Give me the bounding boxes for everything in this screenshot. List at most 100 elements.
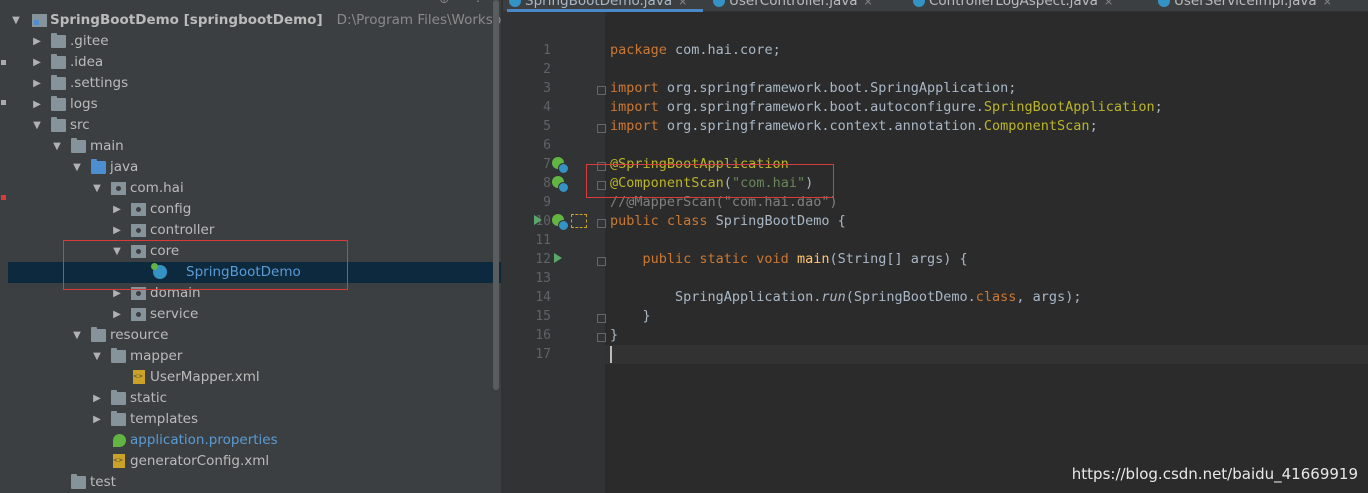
package-icon <box>131 203 146 216</box>
line-number: 7 <box>543 157 551 172</box>
tree-label: .gitee <box>70 33 109 49</box>
tree-row-src[interactable]: ▼ src <box>8 115 501 136</box>
keyword: class <box>975 289 1017 305</box>
code-editor[interactable]: 1 2 3 4 5 6 7 8 9 10 11 12 13 14 15 16 1… <box>503 12 1368 493</box>
collapse-arrow-icon[interactable]: ▶ <box>31 31 43 52</box>
expand-arrow-icon[interactable]: ▼ <box>91 178 103 199</box>
tree-row-test[interactable]: test <box>8 472 501 493</box>
package-icon <box>111 182 126 195</box>
hierarchy-icon[interactable] <box>571 214 587 228</box>
tab-usercontroller-java[interactable]: UserController.java × <box>713 0 873 11</box>
line-number: 2 <box>543 62 551 77</box>
tree-row-settings[interactable]: ▶ .settings <box>8 73 501 94</box>
keyword: package <box>610 42 667 58</box>
project-tool-window: ⊕ ÷ ▼ SpringBootDemo [springbootDemo] D:\… <box>8 0 501 493</box>
spring-bean-icon[interactable] <box>552 157 569 174</box>
collapse-arrow-icon[interactable]: ▶ <box>31 52 43 73</box>
error-marker <box>1 195 6 200</box>
spring-bean-icon[interactable] <box>552 176 569 193</box>
expand-arrow-icon[interactable]: ▼ <box>71 325 83 346</box>
collapse-arrow-icon[interactable]: ▶ <box>111 304 123 325</box>
tree-label: resource <box>110 327 169 343</box>
collapse-arrow-icon[interactable]: ▶ <box>91 388 103 409</box>
expand-arrow-icon[interactable]: ▼ <box>10 10 22 31</box>
line-number: 15 <box>535 309 551 324</box>
package-icon <box>131 224 146 237</box>
tab-label: UserServiceImpl.java <box>1174 0 1317 9</box>
tree-row-resource[interactable]: ▼ resource <box>8 325 501 346</box>
expand-arrow-icon[interactable]: ▼ <box>51 136 63 157</box>
tab-userserviceimpl-java[interactable]: UserServiceImpl.java × <box>1158 0 1332 11</box>
tree-label: java <box>110 159 139 175</box>
expand-arrow-icon[interactable]: ▼ <box>31 115 43 136</box>
tool-window-marker[interactable] <box>1 100 6 105</box>
code-text: org.springframework.boot.autoconfigure. <box>658 99 984 115</box>
line-number: 1 <box>543 43 551 58</box>
spring-bean-icon[interactable] <box>552 214 569 231</box>
collapse-arrow-icon[interactable]: ▶ <box>111 199 123 220</box>
line-number: 3 <box>543 81 551 96</box>
tree-row-mapper[interactable]: ▼ mapper <box>8 346 501 367</box>
project-path: D:\Program Files\Workspa <box>336 12 501 28</box>
expand-arrow-icon[interactable]: ▼ <box>71 157 83 178</box>
tree-row-project-root[interactable]: ▼ SpringBootDemo [springbootDemo] D:\Prog… <box>8 10 501 31</box>
collapse-arrow-icon[interactable]: ▶ <box>31 73 43 94</box>
collapse-arrow-icon[interactable]: ▶ <box>111 220 123 241</box>
tree-label: test <box>90 474 116 490</box>
watermark: https://blog.csdn.net/baidu_41669919 <box>1071 465 1358 483</box>
folder-icon <box>111 348 126 363</box>
line-number: 17 <box>535 347 551 362</box>
line-number: 14 <box>535 290 551 305</box>
xml-file-icon <box>113 454 125 468</box>
code-line-5: import org.springframework.context.annot… <box>610 117 1098 136</box>
close-icon[interactable]: × <box>678 0 687 8</box>
tree-row-generatorconfig-xml[interactable]: generatorConfig.xml <box>8 451 501 472</box>
tree-row-com-hai[interactable]: ▼ com.hai <box>8 178 501 199</box>
tree-row-idea[interactable]: ▶ .idea <box>8 52 501 73</box>
tree-row-config[interactable]: ▶ config <box>8 199 501 220</box>
code-text: SpringBootDemo { <box>707 213 846 229</box>
project-scrollbar[interactable] <box>493 0 499 390</box>
code-line-12: public static void main(String[] args) { <box>610 250 968 269</box>
tree-row-controller[interactable]: ▶ controller <box>8 220 501 241</box>
code-text: SpringApplication. <box>675 289 822 305</box>
tool-window-marker[interactable] <box>1 60 6 65</box>
code-area[interactable]: package com.hai.core; import org.springf… <box>605 12 1368 493</box>
close-icon[interactable]: × <box>864 0 873 8</box>
tree-row-java[interactable]: ▼ java <box>8 157 501 178</box>
tree-label: .idea <box>70 54 104 70</box>
folder-icon <box>51 33 66 48</box>
tree-label: config <box>150 201 192 217</box>
folder-icon <box>51 54 66 69</box>
close-icon[interactable]: × <box>1323 0 1332 8</box>
run-icon[interactable] <box>534 215 542 225</box>
tree-row-application-properties[interactable]: application.properties <box>8 430 501 451</box>
java-class-icon <box>713 0 725 7</box>
code-line-10: public class SpringBootDemo { <box>610 212 846 231</box>
highlight-box-tree <box>63 240 348 290</box>
close-icon[interactable]: × <box>1104 0 1113 8</box>
collapse-arrow-icon[interactable]: ▶ <box>31 94 43 115</box>
tree-row-usermapper-xml[interactable]: UserMapper.xml <box>8 367 501 388</box>
tree-row-gitee[interactable]: ▶ .gitee <box>8 31 501 52</box>
tree-row-templates[interactable]: ▶ templates <box>8 409 501 430</box>
java-class-icon <box>1158 0 1170 7</box>
java-class-icon <box>509 0 521 7</box>
line-number: 11 <box>535 233 551 248</box>
method-name: main <box>796 251 830 267</box>
project-name: SpringBootDemo [springbootDemo] <box>50 12 323 28</box>
run-icon[interactable] <box>554 253 562 263</box>
folder-icon <box>91 327 106 342</box>
tab-controllerlogaspect-java[interactable]: ControllerLogAspect.java × <box>913 0 1113 11</box>
panel-header-icons[interactable]: ⊕ ÷ <box>439 0 493 6</box>
tree-label: com.hai <box>130 180 184 196</box>
tree-row-service[interactable]: ▶ service <box>8 304 501 325</box>
expand-arrow-icon[interactable]: ▼ <box>91 346 103 367</box>
tree-row-logs[interactable]: ▶ logs <box>8 94 501 115</box>
folder-icon <box>51 117 66 132</box>
tree-row-static[interactable]: ▶ static <box>8 388 501 409</box>
tree-row-main[interactable]: ▼ main <box>8 136 501 157</box>
collapse-arrow-icon[interactable]: ▶ <box>91 409 103 430</box>
